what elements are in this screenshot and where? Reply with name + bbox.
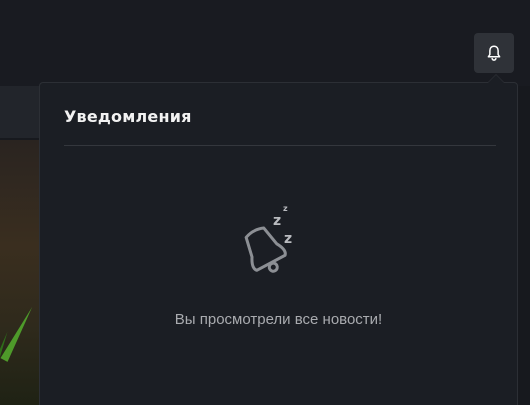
empty-state-message: Вы просмотрели все новости! xyxy=(174,311,383,328)
divider xyxy=(64,145,496,146)
sleep-z-large: z xyxy=(284,231,292,247)
sleeping-bell-icon: z z z xyxy=(244,204,292,273)
popover-arrow xyxy=(488,75,504,83)
sleep-z-medium: z xyxy=(273,213,281,229)
sleep-z-small: z xyxy=(283,204,288,213)
page: Уведомления z z z Вы просмотрели все нов… xyxy=(0,0,530,405)
notifications-popover: Уведомления z z z Вы просмотрели все нов… xyxy=(39,82,518,405)
secondary-bar xyxy=(0,86,40,138)
background-image xyxy=(0,140,40,405)
popover-title: Уведомления xyxy=(64,107,192,126)
bell-icon xyxy=(487,45,501,61)
top-bar xyxy=(0,0,530,86)
notifications-button[interactable] xyxy=(474,33,514,73)
